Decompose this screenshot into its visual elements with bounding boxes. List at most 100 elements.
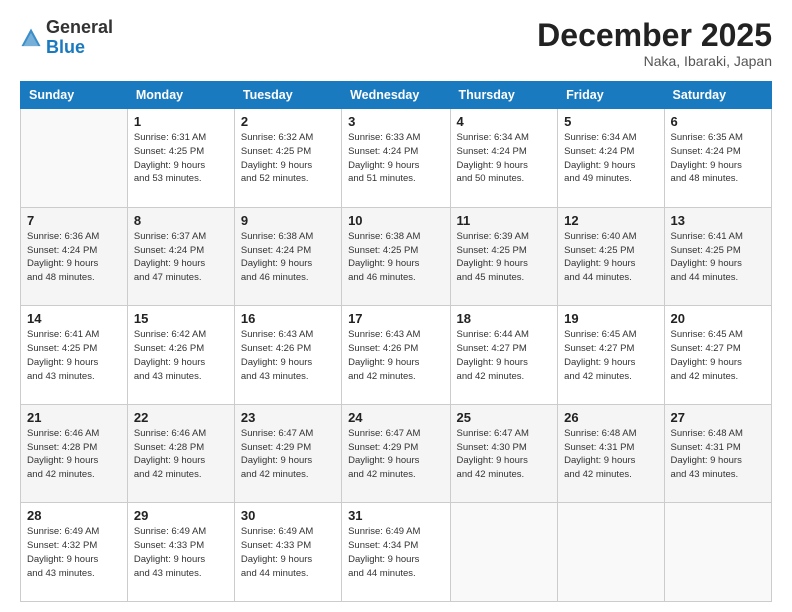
table-row: 10 Sunrise: 6:38 AM Sunset: 4:25 PM Dayli… xyxy=(342,207,450,306)
day-number: 17 xyxy=(348,311,443,326)
day-info: Sunrise: 6:49 AM Sunset: 4:34 PM Dayligh… xyxy=(348,525,443,580)
day-info: Sunrise: 6:45 AM Sunset: 4:27 PM Dayligh… xyxy=(564,328,657,383)
table-row: 17 Sunrise: 6:43 AM Sunset: 4:26 PM Dayli… xyxy=(342,306,450,405)
day-number: 31 xyxy=(348,508,443,523)
calendar-header-row: Sunday Monday Tuesday Wednesday Thursday… xyxy=(21,82,772,109)
table-row xyxy=(558,503,664,602)
day-number: 8 xyxy=(134,213,228,228)
day-number: 3 xyxy=(348,114,443,129)
table-row: 1 Sunrise: 6:31 AM Sunset: 4:25 PM Daylig… xyxy=(127,109,234,208)
col-monday: Monday xyxy=(127,82,234,109)
table-row: 31 Sunrise: 6:49 AM Sunset: 4:34 PM Dayli… xyxy=(342,503,450,602)
table-row xyxy=(664,503,771,602)
day-number: 22 xyxy=(134,410,228,425)
day-info: Sunrise: 6:37 AM Sunset: 4:24 PM Dayligh… xyxy=(134,230,228,285)
table-row xyxy=(450,503,558,602)
table-row: 18 Sunrise: 6:44 AM Sunset: 4:27 PM Dayli… xyxy=(450,306,558,405)
page: General Blue December 2025 Naka, Ibaraki… xyxy=(0,0,792,612)
day-info: Sunrise: 6:47 AM Sunset: 4:30 PM Dayligh… xyxy=(457,427,552,482)
day-info: Sunrise: 6:44 AM Sunset: 4:27 PM Dayligh… xyxy=(457,328,552,383)
calendar-table: Sunday Monday Tuesday Wednesday Thursday… xyxy=(20,81,772,602)
table-row: 29 Sunrise: 6:49 AM Sunset: 4:33 PM Dayli… xyxy=(127,503,234,602)
day-info: Sunrise: 6:47 AM Sunset: 4:29 PM Dayligh… xyxy=(241,427,335,482)
day-number: 11 xyxy=(457,213,552,228)
day-info: Sunrise: 6:49 AM Sunset: 4:32 PM Dayligh… xyxy=(27,525,121,580)
day-info: Sunrise: 6:46 AM Sunset: 4:28 PM Dayligh… xyxy=(134,427,228,482)
day-number: 10 xyxy=(348,213,443,228)
table-row: 22 Sunrise: 6:46 AM Sunset: 4:28 PM Dayli… xyxy=(127,404,234,503)
table-row: 16 Sunrise: 6:43 AM Sunset: 4:26 PM Dayli… xyxy=(234,306,341,405)
table-row: 3 Sunrise: 6:33 AM Sunset: 4:24 PM Daylig… xyxy=(342,109,450,208)
table-row: 11 Sunrise: 6:39 AM Sunset: 4:25 PM Dayli… xyxy=(450,207,558,306)
col-thursday: Thursday xyxy=(450,82,558,109)
day-info: Sunrise: 6:33 AM Sunset: 4:24 PM Dayligh… xyxy=(348,131,443,186)
logo-blue: Blue xyxy=(46,37,85,57)
day-info: Sunrise: 6:32 AM Sunset: 4:25 PM Dayligh… xyxy=(241,131,335,186)
table-row: 27 Sunrise: 6:48 AM Sunset: 4:31 PM Dayli… xyxy=(664,404,771,503)
day-number: 19 xyxy=(564,311,657,326)
location: Naka, Ibaraki, Japan xyxy=(537,53,772,69)
day-info: Sunrise: 6:41 AM Sunset: 4:25 PM Dayligh… xyxy=(671,230,765,285)
day-number: 1 xyxy=(134,114,228,129)
table-row: 28 Sunrise: 6:49 AM Sunset: 4:32 PM Dayli… xyxy=(21,503,128,602)
day-number: 25 xyxy=(457,410,552,425)
day-info: Sunrise: 6:49 AM Sunset: 4:33 PM Dayligh… xyxy=(241,525,335,580)
day-info: Sunrise: 6:45 AM Sunset: 4:27 PM Dayligh… xyxy=(671,328,765,383)
day-number: 29 xyxy=(134,508,228,523)
day-number: 9 xyxy=(241,213,335,228)
day-info: Sunrise: 6:38 AM Sunset: 4:24 PM Dayligh… xyxy=(241,230,335,285)
table-row: 19 Sunrise: 6:45 AM Sunset: 4:27 PM Dayli… xyxy=(558,306,664,405)
calendar-week-3: 14Sunrise: 6:41 AM Sunset: 4:25 PM Dayli… xyxy=(21,306,772,405)
table-row: 9 Sunrise: 6:38 AM Sunset: 4:24 PM Daylig… xyxy=(234,207,341,306)
day-info: Sunrise: 6:48 AM Sunset: 4:31 PM Dayligh… xyxy=(564,427,657,482)
day-info: Sunrise: 6:39 AM Sunset: 4:25 PM Dayligh… xyxy=(457,230,552,285)
table-row: 20Sunrise: 6:45 AM Sunset: 4:27 PM Dayli… xyxy=(664,306,771,405)
col-friday: Friday xyxy=(558,82,664,109)
day-number: 24 xyxy=(348,410,443,425)
day-number: 6 xyxy=(671,114,765,129)
day-info: Sunrise: 6:43 AM Sunset: 4:26 PM Dayligh… xyxy=(348,328,443,383)
day-info: Sunrise: 6:41 AM Sunset: 4:25 PM Dayligh… xyxy=(27,328,121,383)
table-row: 24 Sunrise: 6:47 AM Sunset: 4:29 PM Dayli… xyxy=(342,404,450,503)
day-number: 4 xyxy=(457,114,552,129)
day-info: Sunrise: 6:47 AM Sunset: 4:29 PM Dayligh… xyxy=(348,427,443,482)
day-number: 27 xyxy=(671,410,765,425)
day-number: 15 xyxy=(134,311,228,326)
day-number: 16 xyxy=(241,311,335,326)
table-row: 23Sunrise: 6:47 AM Sunset: 4:29 PM Dayli… xyxy=(234,404,341,503)
header: General Blue December 2025 Naka, Ibaraki… xyxy=(20,18,772,69)
logo-icon xyxy=(20,27,42,49)
day-info: Sunrise: 6:48 AM Sunset: 4:31 PM Dayligh… xyxy=(671,427,765,482)
calendar-week-1: 1 Sunrise: 6:31 AM Sunset: 4:25 PM Daylig… xyxy=(21,109,772,208)
day-info: Sunrise: 6:38 AM Sunset: 4:25 PM Dayligh… xyxy=(348,230,443,285)
col-saturday: Saturday xyxy=(664,82,771,109)
table-row: 21Sunrise: 6:46 AM Sunset: 4:28 PM Dayli… xyxy=(21,404,128,503)
day-info: Sunrise: 6:49 AM Sunset: 4:33 PM Dayligh… xyxy=(134,525,228,580)
day-info: Sunrise: 6:43 AM Sunset: 4:26 PM Dayligh… xyxy=(241,328,335,383)
day-number: 2 xyxy=(241,114,335,129)
table-row: 15Sunrise: 6:42 AM Sunset: 4:26 PM Dayli… xyxy=(127,306,234,405)
day-info: Sunrise: 6:35 AM Sunset: 4:24 PM Dayligh… xyxy=(671,131,765,186)
table-row xyxy=(21,109,128,208)
col-wednesday: Wednesday xyxy=(342,82,450,109)
table-row: 30 Sunrise: 6:49 AM Sunset: 4:33 PM Dayli… xyxy=(234,503,341,602)
table-row: 26Sunrise: 6:48 AM Sunset: 4:31 PM Dayli… xyxy=(558,404,664,503)
day-info: Sunrise: 6:31 AM Sunset: 4:25 PM Dayligh… xyxy=(134,131,228,186)
table-row: 8 Sunrise: 6:37 AM Sunset: 4:24 PM Daylig… xyxy=(127,207,234,306)
day-info: Sunrise: 6:36 AM Sunset: 4:24 PM Dayligh… xyxy=(27,230,121,285)
title-block: December 2025 Naka, Ibaraki, Japan xyxy=(537,18,772,69)
table-row: 13Sunrise: 6:41 AM Sunset: 4:25 PM Dayli… xyxy=(664,207,771,306)
day-number: 21 xyxy=(27,410,121,425)
table-row: 7Sunrise: 6:36 AM Sunset: 4:24 PM Daylig… xyxy=(21,207,128,306)
table-row: 4 Sunrise: 6:34 AM Sunset: 4:24 PM Daylig… xyxy=(450,109,558,208)
table-row: 14Sunrise: 6:41 AM Sunset: 4:25 PM Dayli… xyxy=(21,306,128,405)
logo-text: General Blue xyxy=(46,18,113,58)
table-row: 25 Sunrise: 6:47 AM Sunset: 4:30 PM Dayli… xyxy=(450,404,558,503)
day-number: 18 xyxy=(457,311,552,326)
logo: General Blue xyxy=(20,18,113,58)
day-number: 28 xyxy=(27,508,121,523)
table-row: 2 Sunrise: 6:32 AM Sunset: 4:25 PM Daylig… xyxy=(234,109,341,208)
day-number: 30 xyxy=(241,508,335,523)
day-info: Sunrise: 6:34 AM Sunset: 4:24 PM Dayligh… xyxy=(457,131,552,186)
month-title: December 2025 xyxy=(537,18,772,53)
